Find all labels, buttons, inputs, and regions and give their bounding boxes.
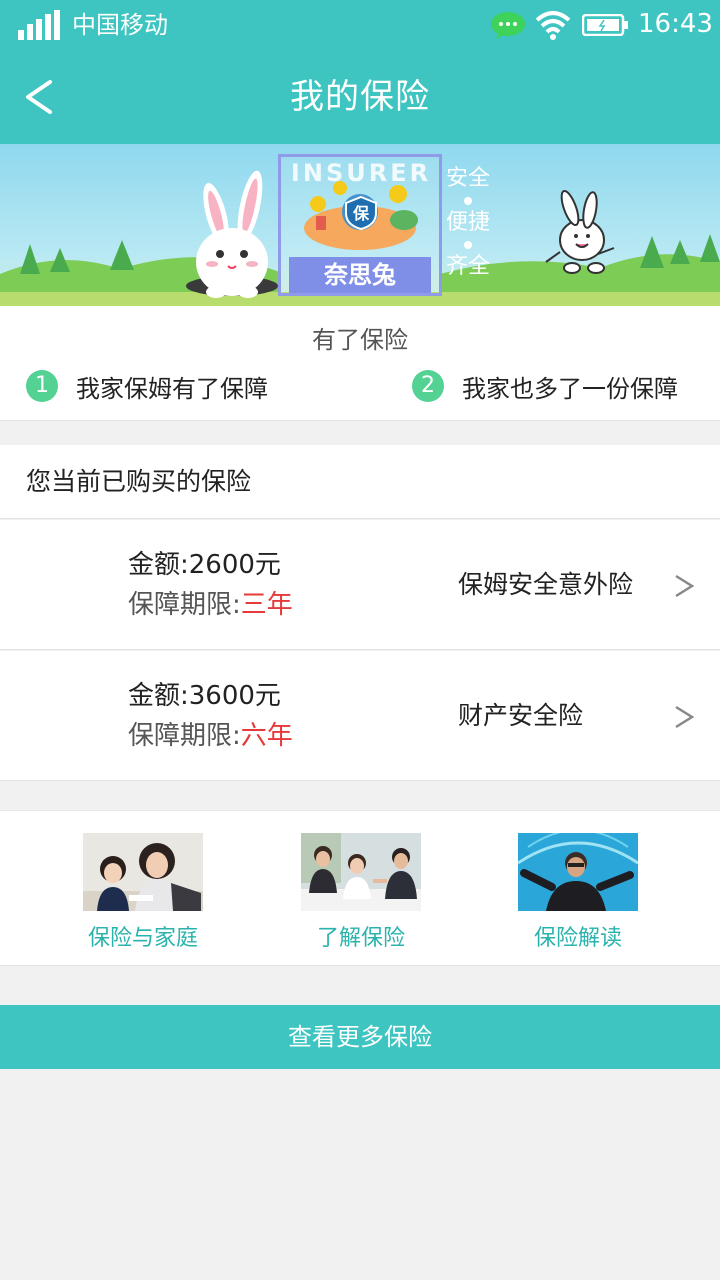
wifi-icon	[535, 11, 571, 40]
article-learn-insurance[interactable]: 了解保险	[301, 833, 421, 957]
chevron-right-icon	[675, 705, 695, 729]
banner-slogan: 安全 便捷 齐全	[446, 166, 494, 280]
article-caption: 了解保险	[316, 926, 405, 951]
intro-card: 有了保险 1 我家保姆有了保障 2 我家也多了一份保障	[0, 306, 720, 421]
term-value: 三年	[240, 590, 293, 620]
brand-name: 奈思兔	[289, 257, 431, 293]
article-caption: 保险解读	[533, 926, 622, 951]
policy-name: 保姆安全意外险	[458, 570, 634, 599]
page-title: 我的保险	[290, 77, 430, 117]
view-more-insurance-button[interactable]: 查看更多保险	[0, 1005, 720, 1069]
clock: 16:43	[638, 9, 713, 39]
term-label: 保障期限:	[128, 590, 241, 620]
slogan-word: 便捷	[446, 210, 491, 235]
section-title: 您当前已购买的保险	[26, 467, 252, 496]
slogan-word: 齐全	[446, 254, 491, 279]
policy-amount: 金额:2600元	[128, 550, 281, 580]
policy-amount: 金额:3600元	[128, 681, 281, 711]
nav-bar: 我的保险	[0, 50, 720, 144]
slogan-word: 安全	[446, 166, 491, 191]
benefit-text: 我家保姆有了保障	[76, 374, 268, 403]
battery-icon	[582, 14, 628, 36]
speaker-photo-thumbnail	[517, 829, 639, 911]
article-links: 保险与家庭 了解保险 保险解读	[0, 810, 720, 966]
purchased-section-header: 您当前已购买的保险	[0, 445, 720, 519]
term-value: 六年	[240, 721, 293, 751]
benefit-text: 我家也多了一份保障	[462, 374, 678, 403]
article-insurance-explained[interactable]: 保险解读	[517, 829, 639, 957]
policy-row[interactable]: 金额:3600元 保障期限:六年 财产安全险	[0, 651, 720, 781]
step-number-badge: 2	[412, 370, 444, 402]
slogan-dot	[464, 241, 472, 249]
policy-term: 保障期限:三年	[128, 588, 293, 622]
brand-tagline: INSURER	[290, 159, 432, 187]
wechat-notification-icon	[491, 12, 525, 39]
article-family-insurance[interactable]: 保险与家庭	[83, 833, 203, 957]
family-photo-thumbnail	[83, 833, 203, 911]
policy-name: 财产安全险	[458, 701, 584, 730]
shield-badge-icon: 保	[345, 195, 377, 231]
shield-badge-text: 保	[352, 204, 370, 223]
promo-banner[interactable]: INSURER 保 奈思兔 安全 便捷 齐全	[0, 144, 720, 306]
policy-term: 保障期限:六年	[128, 719, 293, 753]
carrier-label: 中国移动	[72, 11, 168, 39]
benefit-point-1: 1 我家保姆有了保障	[26, 368, 268, 404]
meeting-photo-thumbnail	[301, 833, 421, 911]
term-label: 保障期限:	[128, 721, 241, 751]
brand-logo-box: INSURER 保 奈思兔	[278, 154, 442, 296]
benefit-point-2: 2 我家也多了一份保障	[412, 368, 678, 404]
status-bar: 中国移动 16:43	[0, 0, 720, 50]
signal-icon	[18, 10, 60, 40]
intro-heading: 有了保险	[312, 326, 408, 354]
step-number-badge: 1	[26, 370, 58, 402]
slogan-dot	[464, 197, 472, 205]
article-caption: 保险与家庭	[87, 926, 198, 951]
chevron-right-icon	[675, 574, 695, 598]
policy-row[interactable]: 金额:2600元 保障期限:三年 保姆安全意外险	[0, 520, 720, 650]
